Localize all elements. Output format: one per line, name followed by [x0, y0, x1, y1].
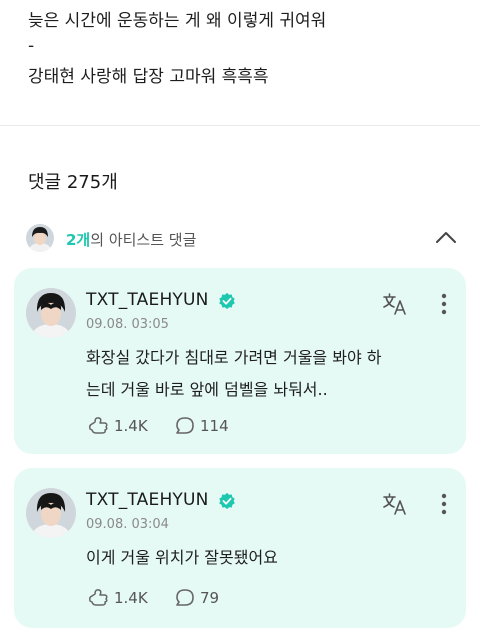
section-divider: [0, 125, 480, 126]
artist-comments-toggle[interactable]: 2개의 아티스트 댓글: [26, 222, 466, 254]
reply-count: 114: [200, 417, 229, 435]
artist-comments-text: 의 아티스트 댓글: [90, 231, 197, 249]
like-count: 1.4K: [114, 417, 148, 435]
post-text-line-1: 늦은 시간에 운동하는 게 왜 이렇게 귀여워: [28, 11, 327, 31]
reply-count: 79: [200, 589, 220, 607]
author-name[interactable]: TXT_TAEHYUN: [86, 490, 209, 510]
post-text-line-3: 강태현 사랑해 답장 고마워 흑흑흑: [28, 67, 269, 87]
heart-cheer-icon: [89, 589, 108, 606]
comments-count-title: 댓글 275개: [28, 172, 118, 193]
reply-button[interactable]: 79: [174, 588, 244, 608]
like-count: 1.4K: [114, 589, 148, 607]
translate-icon[interactable]: [382, 292, 408, 316]
reply-button[interactable]: 114: [174, 416, 244, 436]
artist-comments-label: 2개의 아티스트 댓글: [66, 229, 196, 250]
like-button[interactable]: 1.4K: [88, 416, 168, 436]
author-name[interactable]: TXT_TAEHYUN: [86, 290, 209, 310]
artist-avatar: [26, 224, 54, 252]
like-button[interactable]: 1.4K: [88, 588, 168, 608]
more-options-icon[interactable]: [434, 292, 454, 316]
comment-text-line-2: 는데 거울 바로 앞에 덤벨을 놔둬서..: [86, 380, 328, 399]
avatar[interactable]: [26, 288, 76, 338]
reply-bubble-icon: [176, 417, 194, 434]
comment-text-line-1: 이게 거울 위치가 잘못됐어요: [86, 548, 278, 567]
more-options-icon[interactable]: [434, 492, 454, 516]
artist-comment-card: TXT_TAEHYUN 09.08. 03:04 이게 거울 위치가 잘못됐어요…: [14, 468, 466, 628]
artist-comments-count: 2개: [66, 231, 91, 249]
heart-cheer-icon: [89, 417, 108, 434]
comment-timestamp: 09.08. 03:04: [86, 517, 169, 532]
comment-timestamp: 09.08. 03:05: [86, 317, 169, 332]
reply-bubble-icon: [176, 589, 194, 606]
verified-badge-icon: [219, 292, 235, 310]
avatar[interactable]: [26, 488, 76, 538]
verified-badge-icon: [219, 492, 235, 510]
chevron-up-icon[interactable]: [434, 226, 458, 250]
artist-comment-card: TXT_TAEHYUN 09.08. 03:05 화장실 갔다가 침대로 가려면…: [14, 268, 466, 454]
post-text-line-2: -: [28, 36, 35, 56]
comment-text-line-1: 화장실 갔다가 침대로 가려면 거울을 봐야 하: [86, 348, 382, 367]
translate-icon[interactable]: [382, 492, 408, 516]
